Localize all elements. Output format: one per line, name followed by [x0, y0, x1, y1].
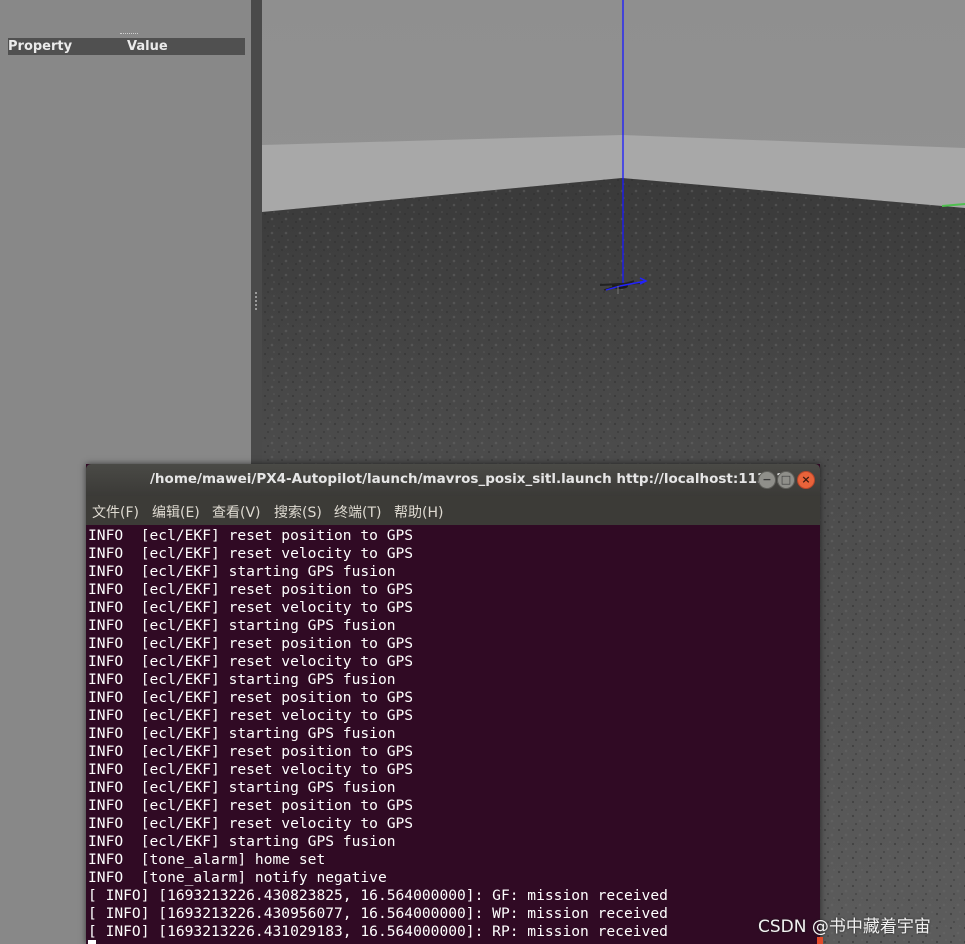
terminal-line: INFO [ecl/EKF] reset position to GPS: [88, 797, 414, 814]
property-column-header[interactable]: Property: [8, 38, 72, 55]
terminal-line: INFO [ecl/EKF] reset position to GPS: [88, 581, 414, 598]
terminal-line: INFO [ecl/EKF] reset position to GPS: [88, 689, 414, 706]
terminal-line: INFO [ecl/EKF] starting GPS fusion: [88, 725, 396, 742]
terminal-line: INFO [tone_alarm] home set: [88, 851, 326, 868]
property-table-header: Property Value: [8, 38, 245, 55]
close-button[interactable]: ×: [797, 471, 815, 489]
terminal-line: INFO [ecl/EKF] starting GPS fusion: [88, 671, 396, 688]
menu-edit[interactable]: 编辑(E): [152, 502, 200, 522]
terminal-line: INFO [ecl/EKF] reset velocity to GPS: [88, 761, 414, 778]
desktop: Property Value /home/mawei/PX4-Autopilot…: [0, 0, 965, 944]
terminal-line: INFO [ecl/EKF] reset velocity to GPS: [88, 815, 414, 832]
terminal-output[interactable]: INFO [ecl/EKF] reset position to GPS INF…: [86, 525, 820, 944]
scroll-marker: [817, 937, 823, 944]
terminal-line: INFO [ecl/EKF] reset position to GPS: [88, 743, 414, 760]
terminal-line: [ INFO] [1693213226.431029183, 16.564000…: [88, 923, 668, 940]
csdn-watermark: CSDN @书中藏着宇宙: [758, 917, 931, 937]
terminal-line: INFO [ecl/EKF] reset position to GPS: [88, 635, 414, 652]
terminal-line: [ INFO] [1693213226.430956077, 16.564000…: [88, 905, 668, 922]
terminal-titlebar[interactable]: /home/mawei/PX4-Autopilot/launch/mavros_…: [86, 464, 820, 496]
terminal-title: /home/mawei/PX4-Autopilot/launch/mavros_…: [150, 471, 786, 487]
terminal-line: INFO [ecl/EKF] reset position to GPS: [88, 527, 414, 544]
menu-terminal[interactable]: 终端(T): [334, 502, 381, 522]
minimize-button[interactable]: −: [758, 471, 776, 489]
terminal-line: INFO [tone_alarm] notify negative: [88, 869, 387, 886]
terminal-window[interactable]: /home/mawei/PX4-Autopilot/launch/mavros_…: [86, 464, 820, 944]
terminal-line: INFO [ecl/EKF] reset velocity to GPS: [88, 545, 414, 562]
menu-view[interactable]: 查看(V): [212, 502, 261, 522]
terminal-line: INFO [ecl/EKF] starting GPS fusion: [88, 563, 396, 580]
terminal-line: [ INFO] [1693213226.430823825, 16.564000…: [88, 887, 668, 904]
menu-file[interactable]: 文件(F): [92, 502, 139, 522]
splitter-grip-icon: [255, 292, 259, 310]
terminal-line: INFO [ecl/EKF] reset velocity to GPS: [88, 707, 414, 724]
terminal-line: INFO [ecl/EKF] reset velocity to GPS: [88, 599, 414, 616]
panel-resize-grip[interactable]: [120, 33, 138, 37]
terminal-line: INFO [ecl/EKF] starting GPS fusion: [88, 833, 396, 850]
value-column-header[interactable]: Value: [127, 38, 168, 55]
menu-search[interactable]: 搜索(S): [274, 502, 322, 522]
terminal-line: INFO [ecl/EKF] starting GPS fusion: [88, 779, 396, 796]
maximize-button[interactable]: □: [777, 471, 795, 489]
terminal-line: INFO [ecl/EKF] starting GPS fusion: [88, 617, 396, 634]
menu-help[interactable]: 帮助(H): [394, 502, 443, 522]
terminal-line: INFO [ecl/EKF] reset velocity to GPS: [88, 653, 414, 670]
terminal-cursor: [88, 940, 96, 944]
terminal-menubar: 文件(F) 编辑(E) 查看(V) 搜索(S) 终端(T) 帮助(H): [86, 496, 820, 525]
